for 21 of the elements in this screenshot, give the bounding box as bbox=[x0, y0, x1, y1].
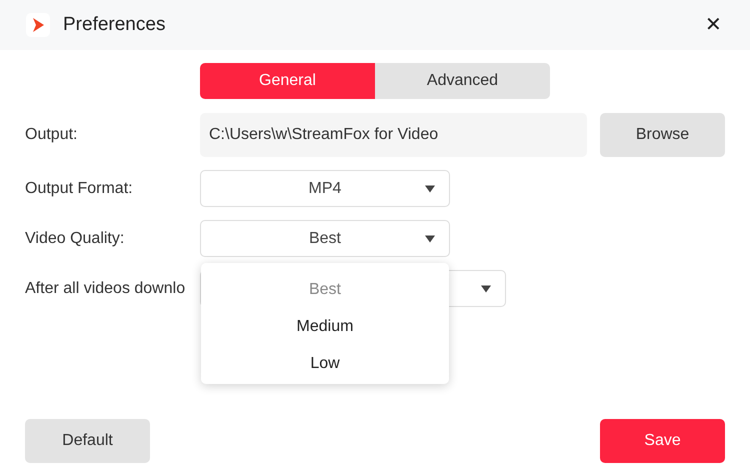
default-button[interactable]: Default bbox=[25, 419, 150, 463]
dropdown-option[interactable]: Medium bbox=[201, 308, 449, 345]
field-label: Output: bbox=[25, 125, 78, 145]
field-label: Video Quality: bbox=[25, 228, 126, 248]
tab[interactable]: Advanced bbox=[375, 63, 550, 99]
field-label: Output Format: bbox=[25, 178, 134, 198]
dropdown-select[interactable]: Best bbox=[200, 220, 450, 257]
field-label: After all videos downlo bbox=[25, 278, 186, 298]
close-button[interactable]: ✕ bbox=[705, 15, 722, 35]
dropdown-option[interactable]: Low bbox=[201, 345, 449, 382]
caret-icon bbox=[481, 285, 491, 292]
path-field[interactable]: C:\Users\w\StreamFox for Video bbox=[200, 113, 587, 157]
save-button[interactable]: Save bbox=[600, 419, 725, 463]
caret-icon bbox=[425, 185, 435, 192]
tab[interactable]: General bbox=[200, 63, 375, 99]
caret-icon bbox=[425, 235, 435, 242]
app-logo-icon bbox=[26, 13, 50, 37]
browse-button[interactable]: Browse bbox=[600, 113, 725, 157]
dropdown-select[interactable]: MP4 bbox=[200, 170, 450, 207]
window-title: Preferences bbox=[63, 12, 166, 37]
dropdown-option[interactable]: Best bbox=[201, 271, 449, 308]
